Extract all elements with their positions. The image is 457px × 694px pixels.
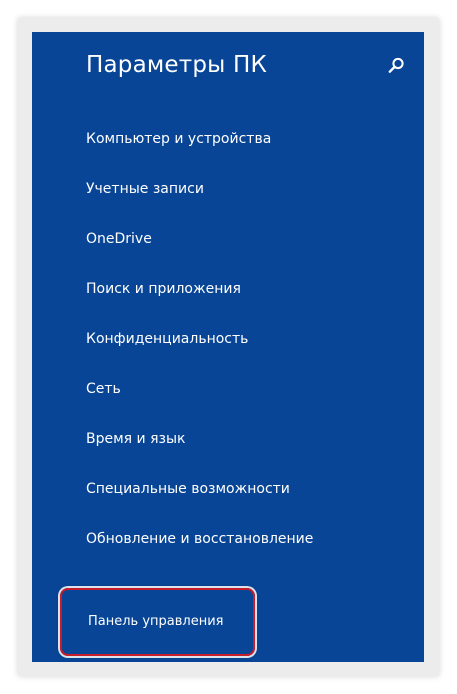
menu-item-pc-and-devices[interactable]: Компьютер и устройства [86, 129, 271, 149]
menu-item-label: Поиск и приложения [86, 281, 241, 297]
menu-item-label: Специальные возможности [86, 481, 290, 497]
menu-item-label: Компьютер и устройства [86, 131, 272, 147]
menu-item-label: OneDrive [86, 231, 152, 247]
menu-item-label: Обновление и восстановление [86, 531, 314, 547]
menu-item-label: Конфиденциальность [86, 331, 249, 347]
menu-item-search-and-apps[interactable]: Поиск и приложения [86, 279, 241, 299]
page-title: Параметры ПК [86, 52, 268, 78]
menu-item-accounts[interactable]: Учетные записи [86, 179, 204, 199]
menu-item-time-and-language[interactable]: Время и язык [86, 429, 185, 449]
pc-settings-panel: Параметры ПК Компьютер и устройства Учет… [32, 32, 424, 662]
menu-item-update-and-recovery[interactable]: Обновление и восстановление [86, 529, 313, 549]
menu-item-privacy[interactable]: Конфиденциальность [86, 329, 248, 349]
search-icon[interactable] [388, 57, 405, 74]
menu-item-label: Учетные записи [86, 181, 204, 197]
control-panel-label: Панель управления [88, 614, 224, 629]
control-panel-link[interactable]: Панель управления [60, 588, 255, 656]
menu-item-label: Время и язык [86, 431, 186, 447]
menu-item-label: Сеть [86, 381, 121, 397]
menu-item-onedrive[interactable]: OneDrive [86, 229, 152, 249]
menu-item-network[interactable]: Сеть [86, 379, 121, 399]
menu-item-ease-of-access[interactable]: Специальные возможности [86, 479, 290, 499]
